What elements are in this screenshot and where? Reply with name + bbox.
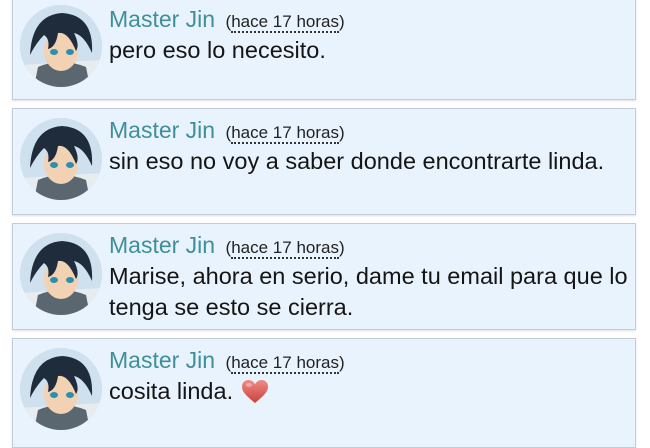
author-name[interactable]: Master Jin [109, 6, 215, 32]
author-name[interactable]: Master Jin [109, 347, 215, 373]
comment-card: Master Jin (hace 17 horas) Marise, ahora… [12, 223, 636, 330]
timestamp[interactable]: (hace 17 horas) [226, 123, 345, 144]
avatar[interactable] [20, 118, 102, 200]
author-name[interactable]: Master Jin [109, 117, 215, 143]
timestamp-text: hace 17 horas [231, 353, 339, 374]
avatar-image [20, 348, 102, 430]
avatar-image [20, 118, 102, 200]
comment-text: Marise, ahora en serio, dame tu email pa… [109, 263, 628, 320]
comment-header: Master Jin (hace 17 horas) [109, 6, 345, 33]
timestamp-text: hace 17 horas [231, 123, 339, 144]
avatar-image [20, 5, 102, 87]
comment-card: Master Jin (hace 17 horas) cosita linda. [12, 338, 636, 448]
comment-header: Master Jin (hace 17 horas) [109, 347, 345, 374]
timestamp[interactable]: (hace 17 horas) [226, 238, 345, 259]
comment-card: Master Jin (hace 17 horas) pero eso lo n… [12, 0, 636, 100]
comment-text: cosita linda. [109, 378, 234, 404]
comment-body: cosita linda. [109, 376, 629, 407]
author-name[interactable]: Master Jin [109, 232, 215, 258]
avatar[interactable] [20, 5, 102, 87]
heart-icon [241, 379, 269, 404]
timestamp[interactable]: (hace 17 horas) [226, 353, 345, 374]
avatar-image [20, 233, 102, 315]
comment-header: Master Jin (hace 17 horas) [109, 232, 345, 259]
comment-text: sin eso no voy a saber donde encontrarte… [109, 148, 605, 174]
avatar[interactable] [20, 348, 102, 430]
timestamp-text: hace 17 horas [231, 238, 339, 259]
comment-feed: Master Jin (hace 17 horas) pero eso lo n… [0, 0, 650, 448]
timestamp-text: hace 17 horas [231, 12, 339, 33]
avatar[interactable] [20, 233, 102, 315]
timestamp[interactable]: (hace 17 horas) [226, 12, 345, 33]
comment-card: Master Jin (hace 17 horas) sin eso no vo… [12, 108, 636, 215]
comment-text: pero eso lo necesito. [109, 37, 326, 63]
comment-header: Master Jin (hace 17 horas) [109, 117, 345, 144]
